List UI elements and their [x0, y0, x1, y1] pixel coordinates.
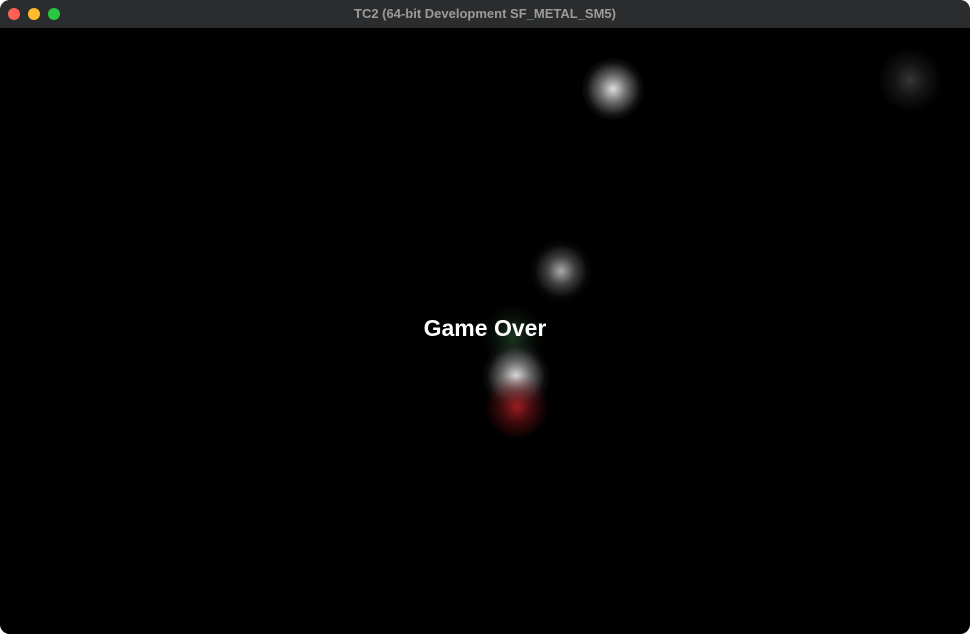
game-viewport[interactable]: Game Over: [0, 28, 970, 634]
red-glowing-orb: [484, 376, 550, 438]
game-over-text: Game Over: [423, 315, 547, 341]
glowing-orb: [530, 240, 592, 302]
app-window: TC2 (64-bit Development SF_METAL_SM5) Ga…: [0, 0, 970, 634]
window-title: TC2 (64-bit Development SF_METAL_SM5): [354, 6, 616, 21]
dim-glowing-orb: [876, 50, 944, 110]
title-bar[interactable]: TC2 (64-bit Development SF_METAL_SM5): [0, 0, 970, 29]
glowing-orb: [582, 58, 644, 120]
